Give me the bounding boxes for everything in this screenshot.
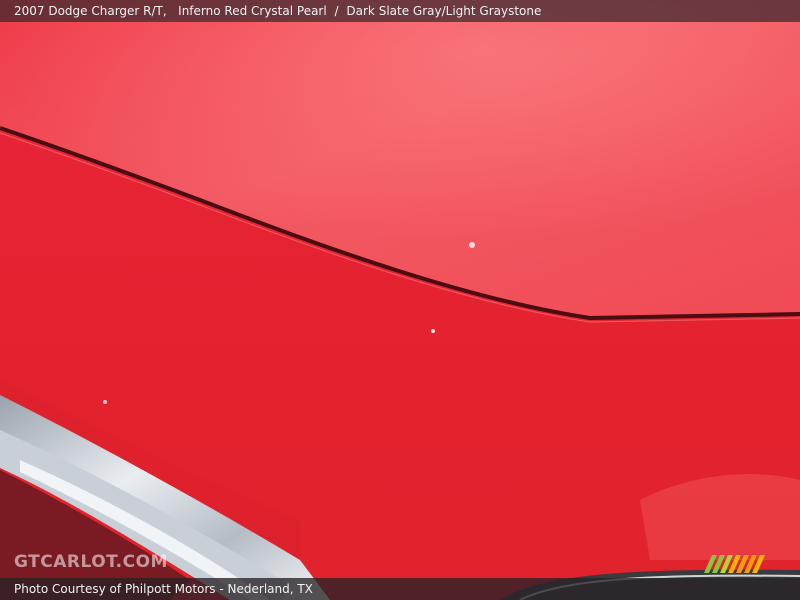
vehicle-title: 2007 Dodge Charger R/T, <box>14 4 167 18</box>
car-hood-photo <box>0 0 800 600</box>
photo-credit-bar: Photo Courtesy of Philpott Motors - Nede… <box>0 578 800 600</box>
photo-title-bar: 2007 Dodge Charger R/T, Inferno Red Crys… <box>0 0 800 22</box>
stripes-badge-icon <box>704 555 765 573</box>
exterior-color: Inferno Red Crystal Pearl <box>178 4 327 18</box>
gtcarlot-watermark: GTCARLOT.COM <box>14 552 168 572</box>
color-separator: / <box>334 4 339 18</box>
photo-credit: Photo Courtesy of Philpott Motors - Nede… <box>14 582 313 596</box>
photo-frame: 2007 Dodge Charger R/T, Inferno Red Crys… <box>0 0 800 600</box>
interior-color: Dark Slate Gray/Light Graystone <box>346 4 542 18</box>
